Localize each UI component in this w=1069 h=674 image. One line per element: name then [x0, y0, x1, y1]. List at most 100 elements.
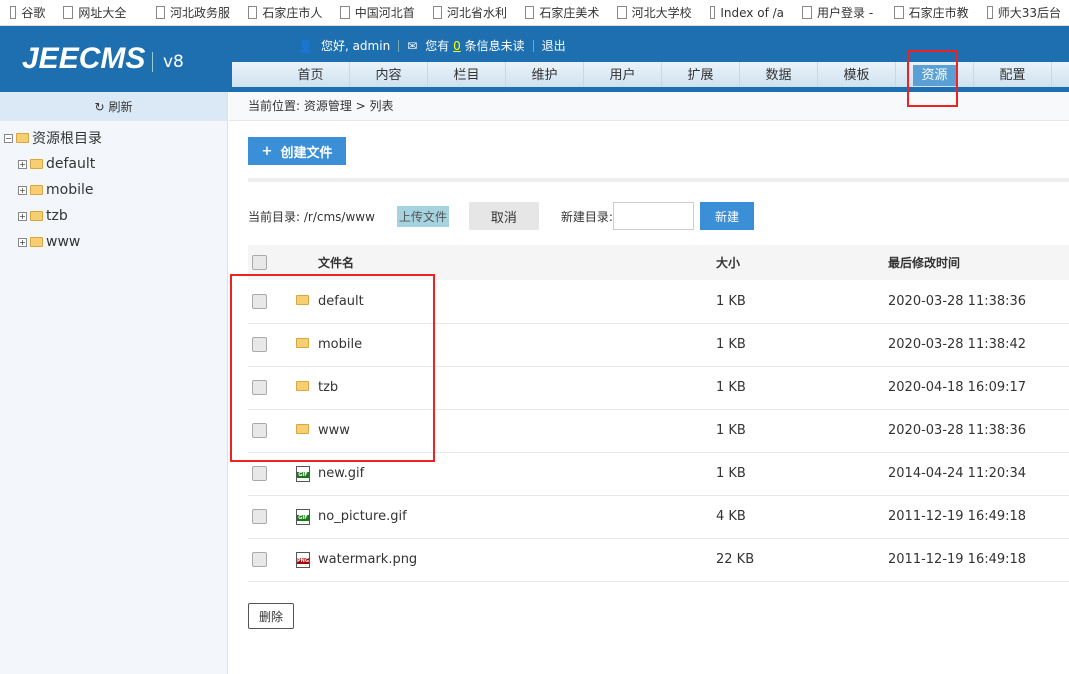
bookmark-label: 河北政务服 [170, 6, 231, 20]
nav-item[interactable]: 配置 [974, 62, 1052, 87]
bookmark-label: 师大33后台 [997, 6, 1061, 20]
delete-button[interactable]: 删除 [248, 603, 294, 629]
create-file-button[interactable]: + 创建文件 [248, 137, 346, 165]
bookmark-label: 石家庄市人 [262, 6, 323, 20]
bookmark[interactable]: 网址大全 [63, 4, 137, 21]
table-row: GIF no_picture.gif 4 KB 2011-12-19 16:49:18 [248, 495, 1069, 539]
page-icon [802, 6, 813, 19]
nav-label: 首页 [297, 68, 324, 83]
select-all-checkbox[interactable] [252, 255, 267, 270]
cancel-button[interactable]: 取消 [468, 202, 539, 230]
page-icon [617, 6, 627, 19]
file-time: 2020-03-28 11:38:36 [888, 409, 1069, 453]
expand-icon[interactable]: + [18, 211, 27, 221]
nav-label: 用户 [609, 68, 636, 83]
tree-root[interactable]: − 资源根目录 [4, 125, 227, 151]
mail-icon: ✉ [407, 38, 418, 53]
bookmark-label: 谷歌 [21, 6, 46, 20]
expand-icon[interactable]: + [18, 237, 27, 247]
msg-suffix: 条信息未读 [464, 39, 525, 53]
tree-folder-label: mobile [46, 182, 94, 198]
highlight-box [230, 274, 435, 462]
refresh-button[interactable]: ↻ 刷新 [0, 92, 227, 121]
tree-folder[interactable]: + tzb [4, 203, 227, 229]
nav-label: 维护 [531, 68, 558, 83]
bookmark[interactable]: 石家庄市教 [894, 4, 969, 21]
png-file-icon: PNG [296, 552, 310, 568]
file-time: 2014-04-24 11:20:34 [888, 452, 1069, 496]
new-dir-input[interactable] [612, 202, 694, 230]
tree-folder[interactable]: + mobile [4, 177, 227, 203]
nav-item[interactable]: 首页 [272, 62, 350, 87]
collapse-icon[interactable]: − [4, 133, 13, 143]
sidebar: ↻ 刷新 − 资源根目录 + default + mobile + tzb + www [0, 92, 228, 674]
tree-folder-label: www [46, 234, 81, 250]
new-dir-label: 新建目录: [560, 209, 613, 224]
bookmark[interactable]: 石家庄市人 [248, 4, 322, 21]
page-icon [340, 6, 350, 19]
file-time: 2011-12-19 16:49:18 [888, 538, 1069, 582]
nav-label: 栏目 [453, 68, 480, 83]
bookmark[interactable]: 河北大学校 [617, 4, 692, 21]
table-row: PNG watermark.png 22 KB 2011-12-19 16:49:18 [248, 538, 1069, 582]
nav-label: 内容 [375, 68, 402, 83]
user-bar: 👤 您好, admin ✉ 您有 0 条信息未读 退出 [298, 37, 566, 54]
divider [398, 39, 400, 52]
file-name[interactable]: watermark.png [318, 538, 716, 582]
row-checkbox[interactable] [252, 466, 267, 481]
expand-icon[interactable]: + [18, 185, 27, 195]
msg-count[interactable]: 0 [453, 39, 461, 53]
expand-icon[interactable]: + [18, 159, 27, 169]
tree-folder-label: default [46, 156, 96, 172]
divider [248, 178, 1069, 182]
bookmark-label: 石家庄美术 [539, 6, 600, 20]
folder-icon [30, 211, 43, 221]
bookmark[interactable]: 中国河北首 [340, 4, 415, 21]
folder-icon [30, 185, 43, 195]
bookmarks-bar: 谷歌 网址大全 河北政务服 石家庄市人 中国河北首 河北省水利 石家庄美术 河北大学校 Inde… [0, 0, 1069, 26]
page-icon [432, 6, 443, 19]
bookmark[interactable]: 石家庄美术 [525, 4, 599, 21]
toolbar: 当前目录: /r/cms/www 上传文件 取消 新建目录: 新建 [248, 202, 754, 230]
file-time: 2020-03-28 11:38:42 [888, 323, 1069, 367]
row-checkbox[interactable] [252, 509, 267, 524]
col-size: 大小 [716, 245, 888, 280]
tree-folder[interactable]: + www [4, 229, 227, 255]
file-name[interactable]: no_picture.gif [318, 495, 716, 539]
bookmark[interactable]: 师大33后台 [986, 4, 1061, 21]
upload-file-button[interactable]: 上传文件 [396, 205, 449, 227]
row-checkbox[interactable] [252, 552, 267, 567]
nav-label: 配置 [999, 68, 1026, 83]
col-time: 最后修改时间 [888, 245, 1069, 280]
messages[interactable]: 您有 0 条信息未读 [425, 37, 524, 54]
page-icon [10, 6, 17, 19]
file-size: 1 KB [716, 409, 888, 453]
page-icon [248, 6, 258, 19]
nav-item[interactable]: 栏目 [428, 62, 506, 87]
page-icon [525, 6, 535, 19]
bookmark-label: 用户登录 - [817, 6, 874, 20]
bookmark[interactable]: 河北政务服 [155, 4, 231, 21]
nav-item[interactable]: 扩展 [662, 62, 740, 87]
folder-tree: − 资源根目录 + default + mobile + tzb + www [0, 121, 227, 255]
new-dir-button[interactable]: 新建 [699, 202, 754, 230]
bookmark-label: 河北大学校 [631, 6, 692, 20]
bookmark[interactable]: 谷歌 [10, 4, 45, 21]
file-size: 1 KB [716, 323, 888, 367]
nav-item[interactable]: 维护 [506, 62, 584, 87]
nav-item[interactable]: 模板 [818, 62, 896, 87]
tree-folder[interactable]: + default [4, 151, 227, 177]
bookmark[interactable]: Index of /a [709, 5, 785, 20]
bookmark[interactable]: 用户登录 - [802, 4, 876, 21]
file-size: 1 KB [716, 280, 888, 324]
logo: JEECMS [22, 42, 146, 75]
bookmark-label: Index of /a [720, 5, 785, 20]
nav-label: 模板 [843, 68, 870, 83]
bookmark[interactable]: 河北省水利 [432, 4, 507, 21]
nav-item[interactable]: 用户 [584, 62, 662, 87]
nav-item[interactable]: 数据 [740, 62, 818, 87]
file-time: 2020-04-18 16:09:17 [888, 366, 1069, 410]
nav-item[interactable]: 内容 [350, 62, 428, 87]
version: v8 [152, 52, 184, 72]
logout-link[interactable]: 退出 [542, 37, 566, 54]
